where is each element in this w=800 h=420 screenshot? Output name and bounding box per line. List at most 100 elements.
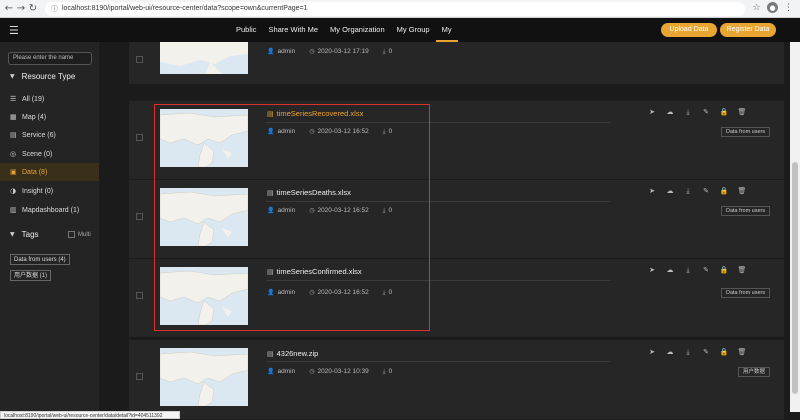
sidebar-item-insight[interactable]: ◑ Insight (0) bbox=[0, 182, 99, 200]
download-count-icon: ⤓ bbox=[382, 368, 386, 375]
clock-icon: ◷ bbox=[309, 368, 315, 375]
sidebar-item-label: Data (8) bbox=[22, 168, 48, 176]
file-name[interactable]: ▤ 4326new.zip bbox=[267, 349, 318, 358]
file-icon: ▤ bbox=[267, 349, 274, 358]
reload-icon[interactable]: ↻ bbox=[27, 2, 39, 16]
address-bar[interactable]: ⓘ localhost:8190/iportal/web-ui/resource… bbox=[45, 1, 745, 16]
publish-cloud-icon[interactable]: ☁ bbox=[665, 107, 675, 117]
sidebar-item-label: Scene (0) bbox=[22, 150, 53, 158]
share-icon[interactable]: ➤ bbox=[647, 107, 657, 117]
tags-header[interactable]: ▼ Tags bbox=[10, 230, 39, 239]
more-menu-icon[interactable]: ⋮ bbox=[783, 2, 794, 13]
download-icon[interactable]: ⤓ bbox=[683, 186, 693, 196]
publish-cloud-icon[interactable]: ☁ bbox=[665, 347, 675, 357]
map-thumbnail[interactable] bbox=[160, 348, 248, 406]
sidebar-item-data[interactable]: ▣ Data (8) bbox=[0, 163, 99, 181]
share-icon[interactable]: ➤ bbox=[647, 265, 657, 275]
sidebar-item-map[interactable]: ▦ Map (4) bbox=[0, 108, 99, 126]
sidebar-item-service[interactable]: ▤ Service (6) bbox=[0, 126, 99, 144]
top-navigation: ☰ Public Share With Me My Organization M… bbox=[0, 18, 800, 42]
resource-type-header[interactable]: ▼ Resource Type bbox=[10, 72, 75, 81]
download-count: ⤓ 0 bbox=[382, 48, 393, 55]
share-icon[interactable]: ➤ bbox=[647, 186, 657, 196]
multi-select-checkbox[interactable]: Multi bbox=[68, 231, 91, 238]
tab-my-group[interactable]: My Group bbox=[391, 18, 436, 42]
clock-icon: ◷ bbox=[309, 48, 315, 55]
lock-icon[interactable]: 🔒 bbox=[719, 186, 729, 196]
download-icon[interactable]: ⤓ bbox=[683, 107, 693, 117]
item-meta: 👤 admin ◷ 2020-03-12 17:19 ⤓ 0 bbox=[267, 48, 392, 56]
tag-label[interactable]: 用户数据 bbox=[738, 367, 771, 377]
tab-my-organization[interactable]: My Organization bbox=[324, 18, 391, 42]
scrollbar[interactable] bbox=[790, 42, 800, 412]
delete-icon[interactable]: 🗑 bbox=[737, 347, 747, 357]
download-icon[interactable]: ⤓ bbox=[683, 347, 693, 357]
row-checkbox[interactable] bbox=[136, 134, 143, 141]
delete-icon[interactable]: 🗑 bbox=[737, 186, 747, 196]
tag-label[interactable]: Data from users bbox=[721, 288, 771, 298]
row-checkbox[interactable] bbox=[136, 56, 143, 63]
edit-icon[interactable]: ✎ bbox=[701, 107, 711, 117]
list-item[interactable]: 👤 admin ◷ 2020-03-12 17:19 ⤓ 0 bbox=[129, 42, 784, 84]
edit-icon[interactable]: ✎ bbox=[701, 265, 711, 275]
sidebar: Please enter the name ▼ Resource Type ☰ A… bbox=[0, 42, 99, 419]
scrollbar-thumb[interactable] bbox=[792, 162, 798, 394]
status-link-preview: localhost:8190/iportal/web-ui/resource-c… bbox=[0, 411, 180, 419]
map-thumbnail[interactable] bbox=[160, 42, 248, 74]
service-icon: ▤ bbox=[10, 131, 17, 139]
owner: 👤 admin bbox=[267, 368, 296, 375]
upload-data-button[interactable]: Upload Data bbox=[661, 23, 717, 37]
sidebar-item-label: Service (6) bbox=[22, 131, 56, 139]
action-bar: ➤ ☁ ⤓ ✎ 🔒 🗑 bbox=[647, 265, 747, 275]
row-checkbox[interactable] bbox=[136, 373, 143, 380]
tag-label[interactable]: Data from users bbox=[721, 206, 771, 216]
list-item[interactable]: ▤ 4326new.zip 👤 admin ◷ 2020-03-12 10:39 ⤓ 0… bbox=[129, 340, 784, 419]
annotation-highlight-box bbox=[154, 104, 430, 331]
sidebar-item-label: Map (4) bbox=[22, 113, 47, 121]
sidebar-item-scene[interactable]: ◎ Scene (0) bbox=[0, 145, 99, 163]
register-data-button[interactable]: Register Data bbox=[720, 23, 776, 37]
publish-cloud-icon[interactable]: ☁ bbox=[665, 265, 675, 275]
search-input[interactable]: Please enter the name bbox=[8, 52, 92, 65]
download-icon[interactable]: ⤓ bbox=[683, 265, 693, 275]
action-bar: ➤ ☁ ⤓ ✎ 🔒 🗑 bbox=[647, 186, 747, 196]
edit-icon[interactable]: ✎ bbox=[701, 186, 711, 196]
star-icon[interactable]: ☆ bbox=[751, 2, 762, 13]
row-checkbox[interactable] bbox=[136, 292, 143, 299]
lock-icon[interactable]: 🔒 bbox=[719, 107, 729, 117]
caret-down-icon: ▼ bbox=[10, 73, 15, 80]
map-thumbnail-image bbox=[160, 348, 248, 406]
tag-label[interactable]: Data from users bbox=[721, 127, 771, 137]
insight-icon: ◑ bbox=[10, 187, 17, 195]
share-icon[interactable]: ➤ bbox=[647, 347, 657, 357]
sidebar-item-mapdashboard[interactable]: ▥ Mapdashboard (1) bbox=[0, 201, 99, 219]
tab-my[interactable]: My bbox=[435, 18, 458, 42]
forward-icon[interactable]: → bbox=[15, 2, 27, 16]
dashboard-icon: ▥ bbox=[10, 206, 17, 214]
item-meta: 👤 admin ◷ 2020-03-12 10:39 ⤓ 0 bbox=[267, 368, 392, 376]
sidebar-item-all[interactable]: ☰ All (19) bbox=[0, 90, 99, 108]
user-icon: 👤 bbox=[267, 368, 275, 375]
back-icon[interactable]: ← bbox=[3, 2, 15, 16]
delete-icon[interactable]: 🗑 bbox=[737, 107, 747, 117]
tag-user-data[interactable]: 用户数据 (1) bbox=[10, 270, 52, 281]
row-checkbox[interactable] bbox=[136, 213, 143, 220]
hamburger-menu-icon[interactable]: ☰ bbox=[9, 24, 21, 37]
tags-title: Tags bbox=[21, 230, 39, 239]
action-bar: ➤ ☁ ⤓ ✎ 🔒 🗑 bbox=[647, 107, 747, 117]
owner: 👤 admin bbox=[267, 48, 296, 55]
lock-icon[interactable]: 🔒 bbox=[719, 265, 729, 275]
edit-icon[interactable]: ✎ bbox=[701, 347, 711, 357]
tag-data-from-users[interactable]: Data from users (4) bbox=[10, 254, 70, 265]
browser-toolbar: ← → ↻ ⓘ localhost:8190/iportal/web-ui/re… bbox=[0, 0, 800, 18]
caret-down-icon: ▼ bbox=[10, 231, 15, 238]
tab-share-with-me[interactable]: Share With Me bbox=[262, 18, 324, 42]
timestamp: ◷ 2020-03-12 10:39 bbox=[309, 368, 369, 375]
info-icon: ⓘ bbox=[51, 5, 58, 13]
delete-icon[interactable]: 🗑 bbox=[737, 265, 747, 275]
publish-cloud-icon[interactable]: ☁ bbox=[665, 186, 675, 196]
profile-avatar[interactable]: ● bbox=[767, 2, 778, 13]
lock-icon[interactable]: 🔒 bbox=[719, 347, 729, 357]
scene-icon: ◎ bbox=[10, 150, 17, 158]
tab-public[interactable]: Public bbox=[230, 18, 262, 42]
